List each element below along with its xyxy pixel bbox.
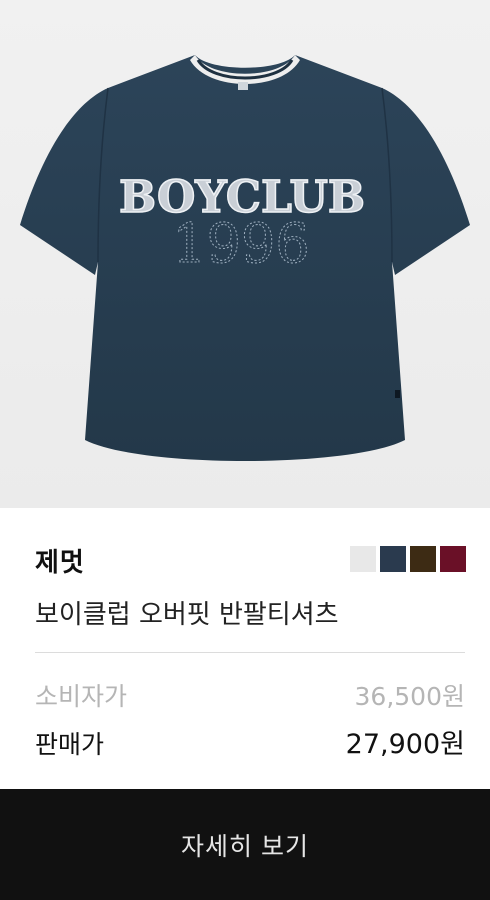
brand-name: 제멋 bbox=[35, 548, 85, 578]
swatch-burgundy[interactable] bbox=[440, 546, 466, 572]
tshirt-illustration: BOYCLUB 1996 bbox=[20, 55, 470, 461]
swatch-brown[interactable] bbox=[410, 546, 436, 572]
list-price-value: 36,500원 bbox=[354, 682, 465, 711]
swatch-white[interactable] bbox=[350, 546, 376, 572]
color-swatches bbox=[350, 546, 466, 572]
product-name[interactable]: 보이클럽 오버핏 반팔티셔츠 bbox=[35, 594, 339, 631]
view-details-button[interactable]: 자세히 보기 bbox=[0, 789, 490, 900]
divider bbox=[35, 652, 465, 653]
sale-price-label: 판매가 bbox=[35, 730, 105, 759]
list-price-row: 소비자가 36,500원 bbox=[35, 677, 465, 713]
product-card: BOYCLUB 1996 제멋 보이클럽 오버핏 반팔티셔츠 소비자가 36,5… bbox=[0, 0, 490, 900]
product-image[interactable]: BOYCLUB 1996 bbox=[0, 0, 490, 508]
list-price-label: 소비자가 bbox=[35, 682, 128, 711]
sale-price-row: 판매가 27,900원 bbox=[35, 722, 465, 761]
sale-price-value: 27,900원 bbox=[345, 729, 465, 760]
swatch-navy[interactable] bbox=[380, 546, 406, 572]
logo-year: 1996 bbox=[172, 212, 309, 275]
